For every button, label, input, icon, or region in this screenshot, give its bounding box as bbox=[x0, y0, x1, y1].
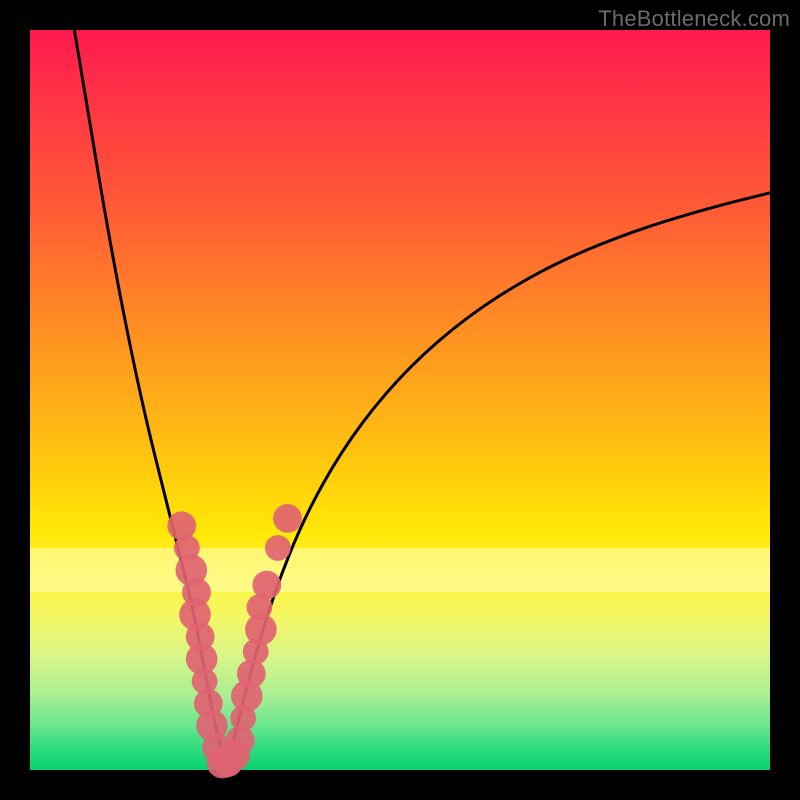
chart-frame: TheBottleneck.com bbox=[0, 0, 800, 800]
bottleneck-curve-path bbox=[74, 30, 770, 759]
watermark-text: TheBottleneck.com bbox=[598, 6, 790, 32]
curve-layer bbox=[30, 30, 770, 770]
data-marker bbox=[252, 571, 281, 600]
plot-area bbox=[30, 30, 770, 770]
data-marker bbox=[273, 504, 302, 533]
markers-group bbox=[167, 504, 302, 778]
data-marker bbox=[265, 535, 291, 561]
data-marker bbox=[167, 511, 196, 540]
